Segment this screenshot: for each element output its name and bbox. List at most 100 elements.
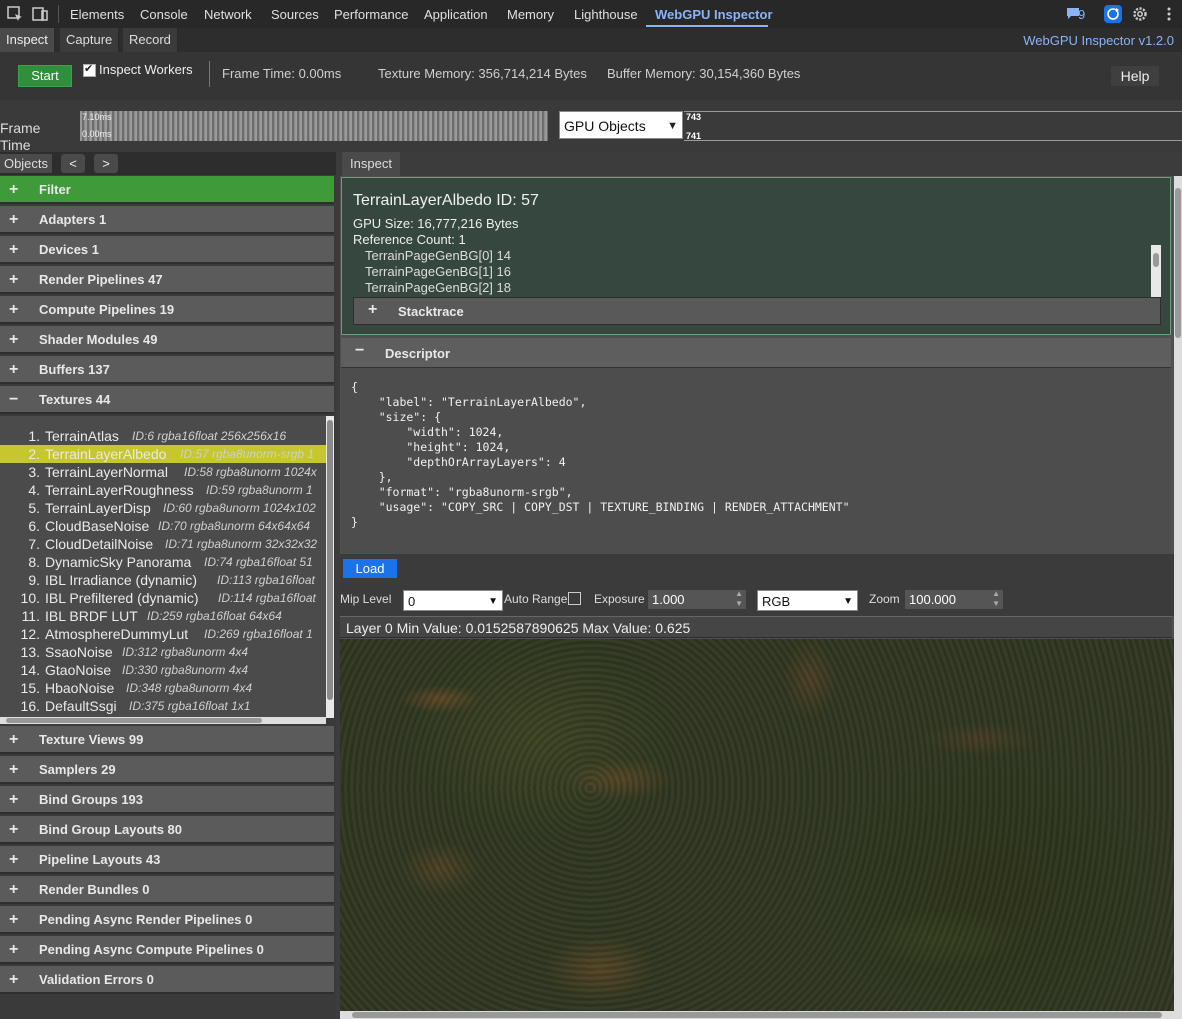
texture-list-item[interactable]: 11. IBL BRDF LUT ID:259 rgba16float 64x64	[0, 607, 326, 625]
channel-select[interactable]: RGB ▼	[757, 590, 858, 611]
category-header[interactable]: + Pipeline Layouts 43	[0, 846, 334, 874]
texture-list-item[interactable]: 15. HbaoNoise ID:348 rgba8unorm 4x4	[0, 679, 326, 697]
category-header[interactable]: + Bind Groups 193	[0, 786, 334, 814]
zoom-label: Zoom	[869, 592, 900, 606]
tab-record[interactable]: Record	[123, 28, 178, 52]
device-toolbar-icon[interactable]	[31, 5, 49, 23]
category-label: Texture Views 99	[39, 732, 144, 747]
auto-range-label: Auto Range	[504, 592, 568, 606]
category-header[interactable]: + Devices 1	[0, 236, 334, 264]
texture-list-item[interactable]: 8. DynamicSky Panorama ID:74 rgba16float 5…	[0, 553, 326, 571]
references-scrollbar[interactable]	[1151, 245, 1161, 297]
category-header[interactable]: + Validation Errors 0	[0, 966, 334, 994]
texture-preview-horizontal-scrollbar[interactable]	[340, 1011, 1174, 1019]
descriptor-json: { "label": "TerrainLayerAlbedo", "size":…	[341, 368, 1171, 554]
category-header[interactable]: + Render Bundles 0	[0, 876, 334, 904]
tab-objects[interactable]: Objects	[0, 154, 52, 173]
category-header[interactable]: + Buffers 137	[0, 356, 334, 384]
texture-list-item[interactable]: 2. TerrainLayerAlbedo ID:57 rgba8unorm-srg…	[0, 445, 326, 463]
texture-list-item[interactable]: 16. DefaultSsgi ID:375 rgba16float 1x1	[0, 697, 326, 715]
texture-preview-canvas[interactable]	[340, 639, 1174, 1011]
tab-lighthouse[interactable]: Lighthouse	[574, 7, 638, 22]
spinner-icon[interactable]: ▲ ▼	[735, 589, 743, 609]
object-info-box: TerrainLayerAlbedo ID: 57 GPU Size: 16,7…	[341, 177, 1171, 335]
category-header[interactable]: + Pending Async Compute Pipelines 0	[0, 936, 334, 964]
reference-item[interactable]: TerrainPageGenBG[0] 14	[365, 248, 511, 263]
settings-gear-icon[interactable]	[1131, 5, 1149, 23]
texture-list-item[interactable]: 1. TerrainAtlas ID:6 rgba16float 256x256x1…	[0, 427, 326, 445]
mip-level-select[interactable]: 0 ▼	[403, 590, 503, 611]
sync-icon[interactable]	[1104, 5, 1122, 23]
texture-list-item[interactable]: 12. AtmosphereDummyLut ID:269 rgba16float …	[0, 625, 326, 643]
category-header[interactable]: + Shader Modules 49	[0, 326, 334, 354]
inspect-panel-scrollbar[interactable]	[1174, 176, 1182, 1019]
filter-toggle[interactable]: + Filter	[0, 176, 334, 204]
zoom-input[interactable]: 100.000 ▲ ▼	[905, 589, 1003, 609]
texture-list-item[interactable]: 13. SsaoNoise ID:312 rgba8unorm 4x4	[0, 643, 326, 661]
load-button[interactable]: Load	[343, 559, 397, 578]
texture-index: 9.	[28, 572, 40, 588]
texture-list-item[interactable]: 9. IBL Irradiance (dynamic) ID:113 rgba16f…	[0, 571, 326, 589]
descriptor-line: "format": "rgba8unorm-srgb",	[351, 485, 573, 499]
stacktrace-section[interactable]: + Stacktrace	[353, 297, 1161, 325]
textures-horizontal-thumb[interactable]	[6, 718, 262, 723]
start-button[interactable]: Start	[18, 65, 72, 87]
texture-list-item[interactable]: 5. TerrainLayerDisp ID:60 rgba8unorm 1024x…	[0, 499, 326, 517]
version-label: WebGPU Inspector v1.2.0	[1023, 33, 1174, 48]
tab-console[interactable]: Console	[140, 7, 188, 22]
tab-application[interactable]: Application	[424, 7, 488, 22]
help-button[interactable]: Help	[1111, 66, 1159, 86]
issues-count[interactable]: 9	[1078, 7, 1085, 22]
exposure-input[interactable]: 1.000 ▲ ▼	[648, 589, 746, 609]
references-scroll-thumb[interactable]	[1153, 253, 1159, 267]
texture-meta: ID:269 rgba16float 1	[204, 627, 313, 641]
descriptor-section-header[interactable]: − Descriptor	[341, 338, 1171, 368]
inspect-panel-scroll-thumb[interactable]	[1175, 188, 1181, 338]
category-header[interactable]: + Pending Async Render Pipelines 0	[0, 906, 334, 934]
category-header[interactable]: + Render Pipelines 47	[0, 266, 334, 294]
reference-item[interactable]: TerrainPageGenBG[2] 18	[365, 280, 511, 295]
tab-inspect[interactable]: Inspect	[0, 28, 55, 52]
category-header[interactable]: + Compute Pipelines 19	[0, 296, 334, 324]
texture-meta: ID:348 rgba8unorm 4x4	[126, 681, 253, 695]
reference-count: Reference Count: 1	[353, 232, 466, 247]
category-header[interactable]: − Textures 44	[0, 386, 334, 414]
prev-object-button[interactable]: <	[61, 154, 85, 173]
tab-capture[interactable]: Capture	[60, 28, 120, 52]
texture-preview-horizontal-thumb[interactable]	[352, 1012, 1162, 1018]
texture-list-item[interactable]: 3. TerrainLayerNormal ID:58 rgba8unorm 102…	[0, 463, 326, 481]
texture-list-item[interactable]: 14. GtaoNoise ID:330 rgba8unorm 4x4	[0, 661, 326, 679]
tab-memory[interactable]: Memory	[507, 7, 554, 22]
tab-network[interactable]: Network	[204, 7, 252, 22]
texture-list-item[interactable]: 10. IBL Prefiltered (dynamic) ID:114 rgba1…	[0, 589, 326, 607]
gpu-objects-select[interactable]: GPU Objects ▼	[559, 111, 683, 139]
tab-inspect-panel[interactable]: Inspect	[342, 152, 400, 176]
tab-elements[interactable]: Elements	[70, 7, 124, 22]
inspect-workers-checkbox[interactable]	[83, 62, 96, 77]
texture-list-item[interactable]: 6. CloudBaseNoise ID:70 rgba8unorm 64x64x6…	[0, 517, 326, 535]
next-object-button[interactable]: >	[94, 154, 118, 173]
mip-level-label: Mip Level	[340, 592, 392, 606]
category-header[interactable]: + Adapters 1	[0, 206, 334, 234]
spinner-icon[interactable]: ▲ ▼	[992, 589, 1000, 609]
textures-scrollbar[interactable]	[326, 416, 334, 718]
inspect-element-icon[interactable]	[6, 5, 24, 23]
auto-range-checkbox[interactable]	[568, 592, 581, 605]
channel-value: RGB	[762, 594, 791, 609]
category-header[interactable]: + Bind Group Layouts 80	[0, 816, 334, 844]
frame-time-readout: Frame Time: 0.00ms	[222, 66, 342, 81]
category-header[interactable]: + Samplers 29	[0, 756, 334, 784]
textures-scroll-thumb[interactable]	[327, 420, 333, 700]
texture-meta: ID:330 rgba8unorm 4x4	[122, 663, 249, 677]
reference-item[interactable]: TerrainPageGenBG[1] 16	[365, 264, 511, 279]
textures-list: 1. TerrainAtlas ID:6 rgba16float 256x256x1…	[0, 416, 334, 718]
category-header[interactable]: + Texture Views 99	[0, 726, 334, 754]
tab-performance[interactable]: Performance	[334, 7, 408, 22]
textures-horizontal-scrollbar[interactable]	[0, 717, 326, 724]
texture-list-item[interactable]: 7. CloudDetailNoise ID:71 rgba8unorm 32x32…	[0, 535, 326, 553]
tab-sources[interactable]: Sources	[271, 7, 319, 22]
object-count-top: 743	[686, 112, 702, 122]
texture-list-item[interactable]: 4. TerrainLayerRoughness ID:59 rgba8unorm …	[0, 481, 326, 499]
tab-webgpu-inspector[interactable]: WebGPU Inspector	[655, 7, 773, 22]
more-options-icon[interactable]	[1160, 5, 1178, 23]
